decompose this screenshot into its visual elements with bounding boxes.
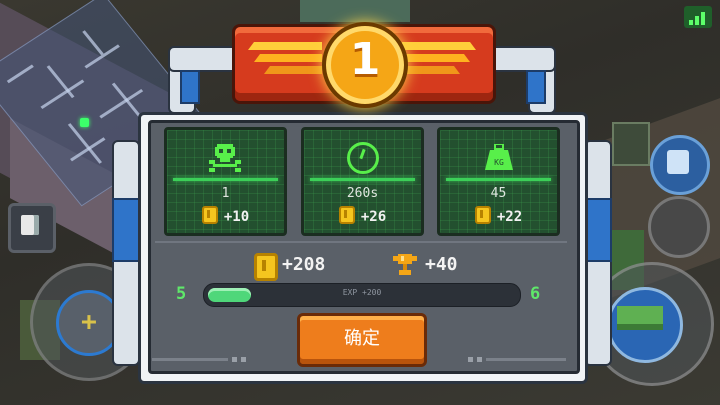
card-divider [173, 178, 278, 181]
clock-icon [347, 142, 379, 174]
weight-icon: KG [485, 144, 513, 170]
tank-icon [617, 306, 663, 330]
skull-icon [209, 144, 241, 172]
trophy-icon [393, 254, 417, 275]
frame-blue-segment [526, 70, 546, 104]
kills-reward: +10 [167, 206, 284, 225]
time-reward: +26 [304, 206, 421, 225]
coin-icon [338, 206, 355, 224]
stat-card-time: 260s +26 [301, 127, 424, 236]
total-coins: +208 [282, 254, 326, 275]
coin-icon [254, 253, 278, 281]
frame-blue-segment [584, 198, 612, 262]
weight-value: 45 [490, 186, 507, 201]
coin-icon [201, 206, 218, 224]
stat-card-kills: 1 +10 [164, 127, 287, 236]
current-level: 5 [176, 284, 187, 304]
signal-strength-icon [684, 6, 712, 28]
frame-blue-segment [112, 198, 140, 262]
weight-reward-amount: +22 [496, 209, 523, 225]
next-level: 6 [530, 284, 541, 304]
experience-bar: EXP +200 [203, 283, 521, 307]
dialog-bottom-decor [148, 356, 574, 368]
time-value: 260s [346, 186, 379, 201]
weight-reward: +22 [440, 206, 557, 225]
card-divider [310, 178, 415, 181]
item-slot[interactable] [612, 122, 650, 166]
crate-icon [667, 150, 689, 174]
right-wing-icon [402, 42, 476, 74]
inventory-button[interactable] [650, 135, 710, 195]
frame-pipe [168, 46, 242, 72]
time-reward-amount: +26 [360, 209, 387, 225]
stat-card-weight: KG 45 +22 [437, 127, 560, 236]
level-number: 1 [349, 34, 381, 85]
kills-value: 1 [221, 186, 230, 201]
left-wing-icon [248, 42, 322, 74]
minimap-player-marker [80, 118, 89, 127]
coin-icon [474, 206, 491, 224]
experience-label: EXP +200 [342, 288, 382, 297]
game-screen: + 1 +10 260s +26 KG 45 +22 +208 +40 5 EX… [0, 0, 720, 405]
total-trophies: +40 [425, 254, 458, 275]
action-button[interactable] [648, 196, 710, 258]
section-divider [155, 241, 567, 243]
kills-reward-amount: +10 [223, 209, 250, 225]
building-top [300, 0, 410, 22]
frame-blue-segment [180, 70, 200, 104]
card-divider [446, 178, 551, 181]
weight-kg-label: KG [494, 158, 504, 167]
level-badge: 1 [322, 22, 408, 108]
camera-toggle-button[interactable] [8, 203, 56, 253]
